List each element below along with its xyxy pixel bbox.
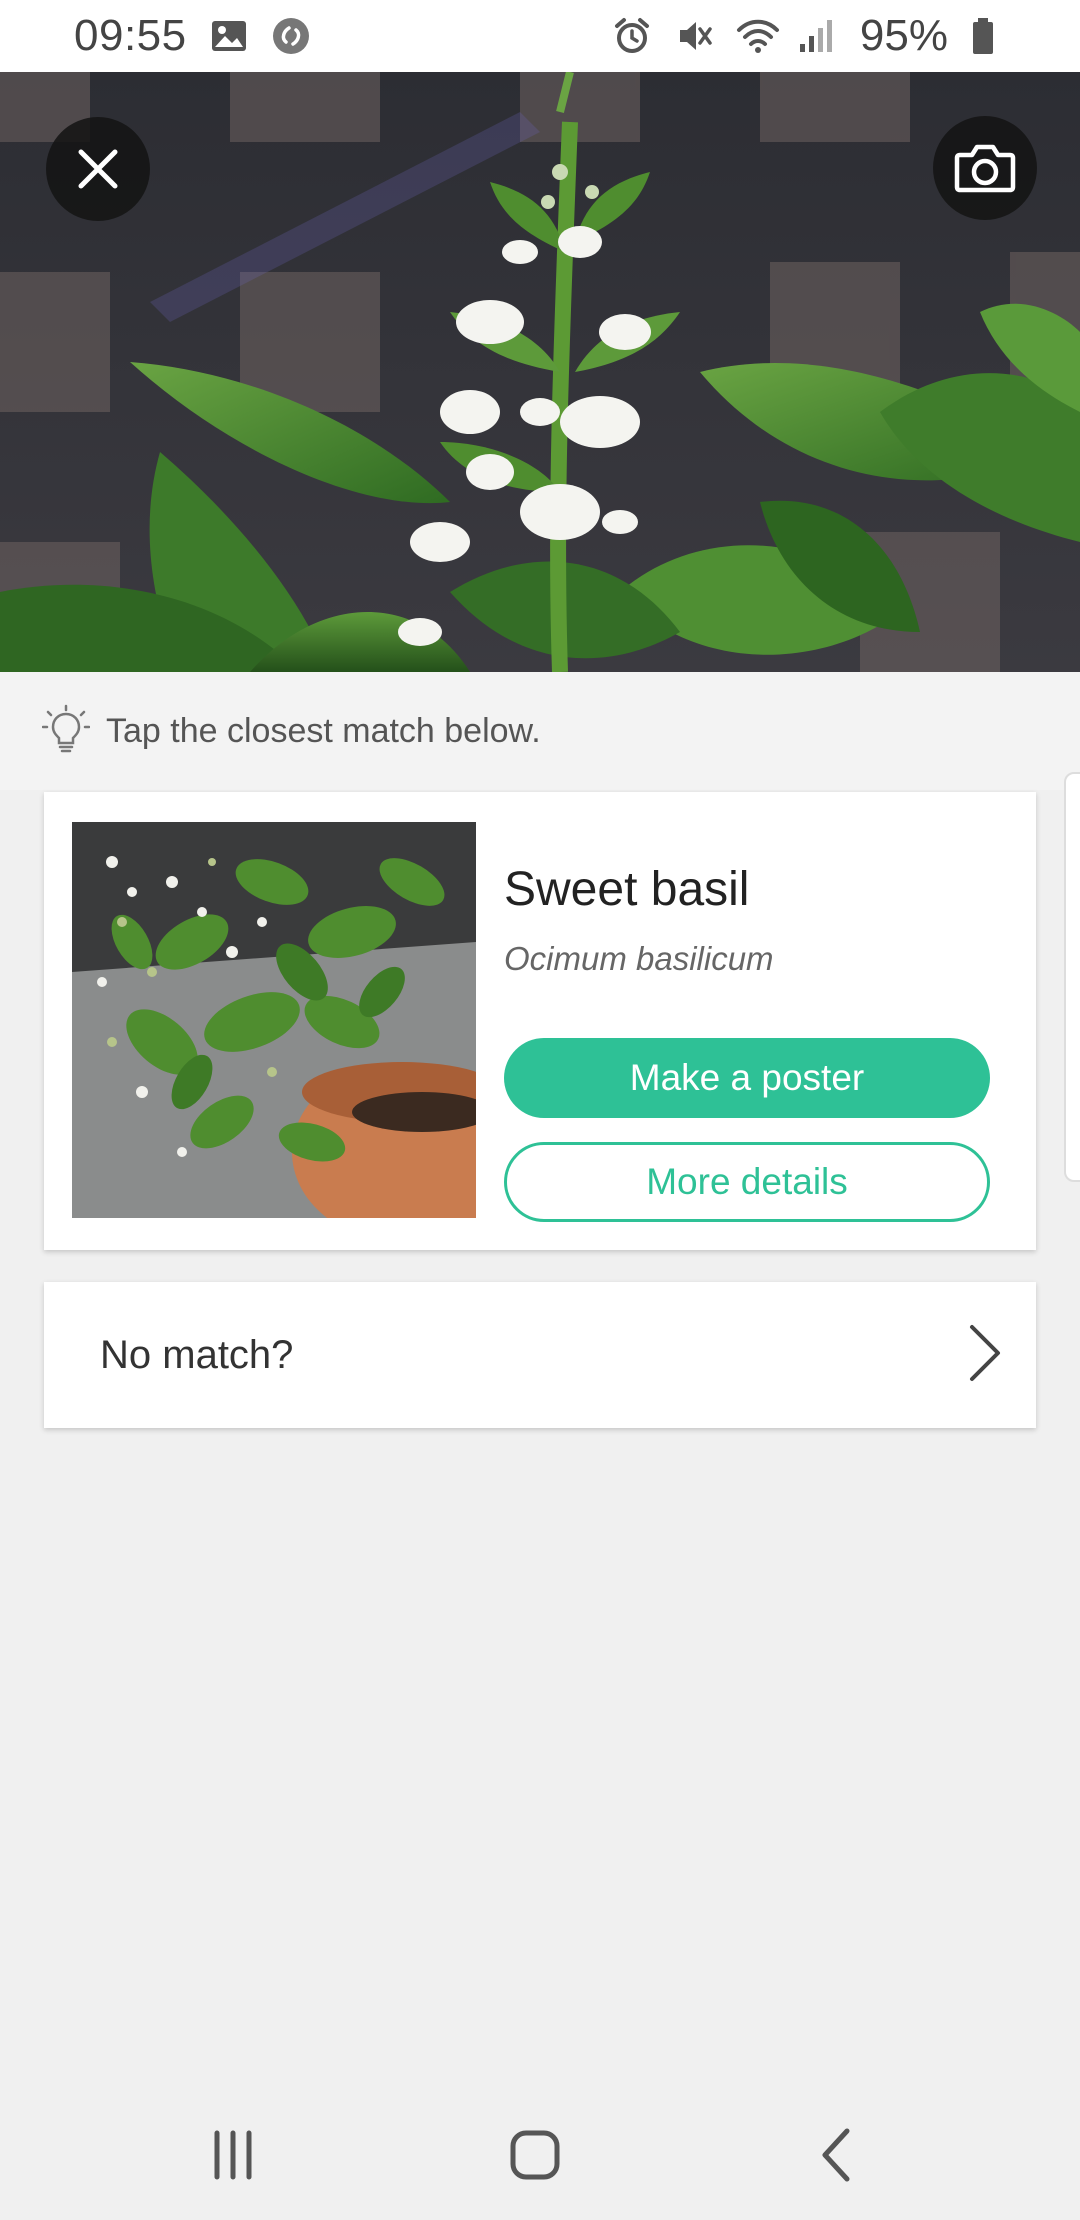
basil-photo (0, 72, 1080, 672)
recents-button[interactable] (188, 2110, 278, 2200)
home-icon (510, 2130, 560, 2180)
gallery-icon (209, 16, 249, 56)
match-common-name: Sweet basil (504, 863, 750, 916)
status-right: 95% (612, 11, 1010, 61)
back-icon (822, 2128, 850, 2182)
hint-text: Tap the closest match below. (106, 711, 541, 750)
navigation-bar (0, 2080, 1080, 2220)
camera-button[interactable] (933, 116, 1037, 220)
no-match-row[interactable]: No match? (44, 1282, 1036, 1428)
chevron-right-icon (964, 1323, 1004, 1388)
home-button[interactable] (490, 2110, 580, 2200)
lightbulb-icon (41, 704, 91, 759)
close-button[interactable] (46, 117, 150, 221)
hint-banner: Tap the closest match below. (0, 672, 1080, 790)
shazam-icon (271, 16, 311, 56)
match-scientific-name: Ocimum basilicum (504, 940, 774, 977)
close-icon (78, 149, 118, 189)
more-details-button[interactable]: More details (504, 1142, 990, 1222)
signal-icon (798, 16, 838, 56)
status-bar: 09:55 95% (0, 0, 1080, 72)
battery-percent: 95% (859, 11, 948, 60)
recents-icon (214, 2130, 252, 2180)
back-button[interactable] (792, 2110, 882, 2200)
next-match-card-edge[interactable] (1064, 772, 1080, 1182)
status-left: 09:55 (74, 11, 311, 61)
alarm-icon (612, 16, 652, 56)
status-time: 09:55 (74, 11, 187, 60)
wifi-icon (736, 16, 779, 56)
vibrate-mute-icon (674, 16, 714, 56)
match-card[interactable]: Sweet basil Ocimum basilicum Make a post… (44, 792, 1036, 1250)
no-match-label: No match? (100, 1332, 294, 1377)
camera-icon (954, 144, 1016, 193)
battery-icon (970, 16, 1010, 56)
captured-photo (0, 72, 1080, 672)
match-thumbnail (72, 822, 476, 1218)
make-poster-button[interactable]: Make a poster (504, 1038, 990, 1118)
